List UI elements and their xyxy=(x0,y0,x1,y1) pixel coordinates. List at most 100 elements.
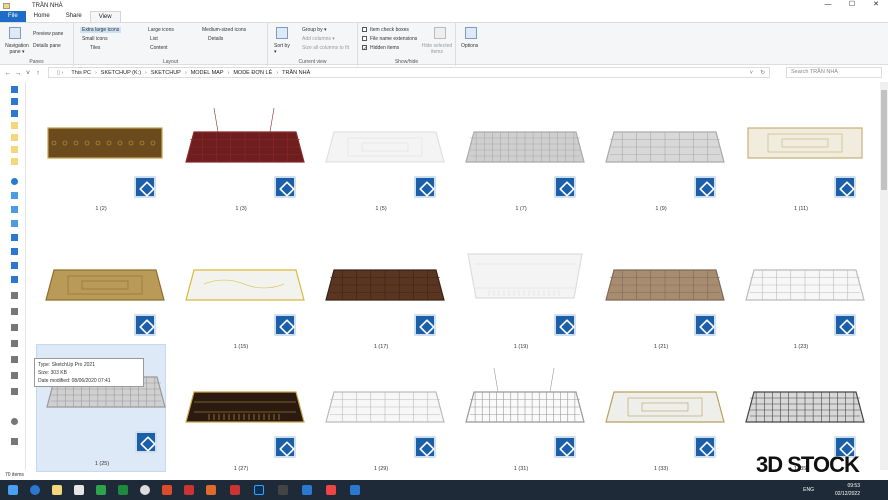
address-bar[interactable]: ▯ › This PC › SKETCHUP (K:) › SKETCHUP › MO… xyxy=(48,67,770,78)
breadcrumb-mode-don-le[interactable]: MODE ĐƠN LẺ xyxy=(233,70,272,76)
back-icon[interactable]: ← xyxy=(3,70,13,77)
app-icon[interactable] xyxy=(350,485,360,495)
file-item[interactable]: 1 (29) xyxy=(316,360,446,480)
breadcrumb-drive[interactable]: SKETCHUP (K:) xyxy=(101,70,141,76)
drive-icon[interactable] xyxy=(11,220,18,227)
excel-icon[interactable] xyxy=(118,485,128,495)
details-option[interactable]: Details xyxy=(208,36,223,42)
tab-file[interactable]: File xyxy=(0,11,26,22)
file-item[interactable]: 1 (17) xyxy=(316,238,446,358)
medium-icons-option[interactable]: Medium-sized icons xyxy=(202,27,246,33)
start-icon[interactable] xyxy=(8,485,18,495)
photoshop-icon[interactable] xyxy=(254,485,264,495)
search-input[interactable]: Search TRẦN NHÀ xyxy=(786,67,882,78)
breadcrumb-this-pc[interactable]: This PC xyxy=(71,70,91,76)
drive-icon[interactable] xyxy=(11,438,18,445)
content-option[interactable]: Content xyxy=(150,45,168,51)
app-icon[interactable] xyxy=(184,485,194,495)
app-icon[interactable] xyxy=(230,485,240,495)
file-item[interactable]: 1 (21) xyxy=(596,238,726,358)
drive-icon[interactable] xyxy=(11,292,18,299)
file-item[interactable]: 1 (27) xyxy=(176,360,306,480)
desktop-icon[interactable] xyxy=(11,98,18,105)
quick-access-icon[interactable] xyxy=(11,86,18,93)
tab-share[interactable]: Share xyxy=(58,11,90,22)
app-icon[interactable] xyxy=(96,485,106,495)
folder-icon[interactable] xyxy=(11,158,18,165)
vertical-scrollbar[interactable] xyxy=(880,82,888,470)
small-icons-option[interactable]: Small icons xyxy=(82,36,108,42)
maximize-button[interactable]: ☐ xyxy=(840,0,864,11)
file-item[interactable]: 1 (9) xyxy=(596,100,726,220)
group-by-button[interactable]: Group by ▾ xyxy=(302,27,326,33)
refresh-icon[interactable]: ↻ xyxy=(760,70,765,76)
drive-icon[interactable] xyxy=(11,388,18,395)
details-pane-button[interactable]: Details pane xyxy=(33,43,61,49)
app-icon[interactable] xyxy=(326,485,336,495)
videos-icon[interactable] xyxy=(11,276,18,283)
file-name-extensions-toggle[interactable]: File name extensions xyxy=(362,36,417,42)
up-icon[interactable]: ↑ xyxy=(33,70,43,77)
this-pc-icon[interactable] xyxy=(11,192,18,199)
list-option[interactable]: List xyxy=(150,36,158,42)
hidden-items-toggle[interactable]: ✓ Hidden items xyxy=(362,45,399,52)
file-item[interactable]: 1 (15) xyxy=(176,238,306,358)
file-item[interactable]: 1 (3) xyxy=(176,100,306,220)
file-item[interactable]: 1 (31) xyxy=(456,360,586,480)
dropdown-icon[interactable]: ˅ xyxy=(750,70,753,76)
file-item[interactable]: 1 (33) xyxy=(596,360,726,480)
drive-icon[interactable] xyxy=(11,356,18,363)
file-item[interactable]: 1 (19) xyxy=(456,238,586,358)
item-check-boxes-toggle[interactable]: Item check boxes xyxy=(362,27,409,33)
file-item[interactable]: 1 (7) xyxy=(456,100,586,220)
folder-icon[interactable] xyxy=(11,134,18,141)
drive-icon[interactable] xyxy=(11,308,18,315)
breadcrumb-tran-nha[interactable]: TRẦN NHÀ xyxy=(282,70,310,76)
documents-icon[interactable] xyxy=(11,234,18,241)
breadcrumb-model-map[interactable]: MODEL MAP xyxy=(191,70,224,76)
breadcrumb-sketchup[interactable]: SKETCHUP xyxy=(151,70,181,76)
file-item[interactable]: 1 (11) xyxy=(736,100,866,220)
size-all-columns-button[interactable]: Size all columns to fit xyxy=(302,45,349,51)
app-icon[interactable] xyxy=(206,485,216,495)
app-icon[interactable] xyxy=(162,485,172,495)
onedrive-icon[interactable] xyxy=(11,178,18,185)
music-icon[interactable] xyxy=(11,248,18,255)
tiles-option[interactable]: Tiles xyxy=(90,45,100,51)
drive-icon[interactable] xyxy=(11,324,18,331)
edge-icon[interactable] xyxy=(30,485,40,495)
app-icon[interactable] xyxy=(302,485,312,495)
hide-selected-button[interactable]: Hide selected items xyxy=(420,43,454,55)
minimize-button[interactable]: — xyxy=(816,0,840,11)
system-tray[interactable]: ENG 09:53 02/12/2022 xyxy=(803,482,860,498)
folder-icon[interactable] xyxy=(11,146,18,153)
drive-icon[interactable] xyxy=(11,372,18,379)
network-icon[interactable] xyxy=(11,418,18,425)
file-explorer-icon[interactable] xyxy=(52,485,62,495)
chrome-icon[interactable] xyxy=(140,485,150,495)
extra-large-icons-option[interactable]: Extra large icons xyxy=(80,27,122,33)
tab-home[interactable]: Home xyxy=(26,11,58,22)
large-icons-option[interactable]: Large icons xyxy=(148,27,174,33)
file-item[interactable]: 1 (5) xyxy=(316,100,446,220)
add-columns-button[interactable]: Add columns ▾ xyxy=(302,36,335,42)
preview-pane-button[interactable]: Preview pane xyxy=(33,31,63,37)
downloads-icon[interactable] xyxy=(11,110,18,117)
scrollbar-thumb[interactable] xyxy=(881,90,887,190)
file-item[interactable]: 1 (2) xyxy=(36,100,166,220)
recent-locations-icon[interactable]: ˅ xyxy=(23,70,33,77)
options-button[interactable]: Options xyxy=(461,43,478,49)
drive-icon[interactable] xyxy=(11,206,18,213)
file-item[interactable]: 1 (13) xyxy=(36,238,166,358)
sort-by-button[interactable]: Sort by ▾ xyxy=(274,43,290,55)
forward-icon[interactable]: → xyxy=(13,70,23,77)
drive-icon[interactable] xyxy=(11,340,18,347)
close-button[interactable]: ✕ xyxy=(864,0,888,11)
app-icon[interactable] xyxy=(278,485,288,495)
pictures-icon[interactable] xyxy=(11,262,18,269)
app-icon[interactable] xyxy=(74,485,84,495)
folder-icon[interactable] xyxy=(11,122,18,129)
tab-view[interactable]: View xyxy=(89,11,121,22)
navigation-pane-button[interactable]: Navigation pane ▾ xyxy=(3,43,31,55)
language-indicator[interactable]: ENG xyxy=(803,486,814,494)
